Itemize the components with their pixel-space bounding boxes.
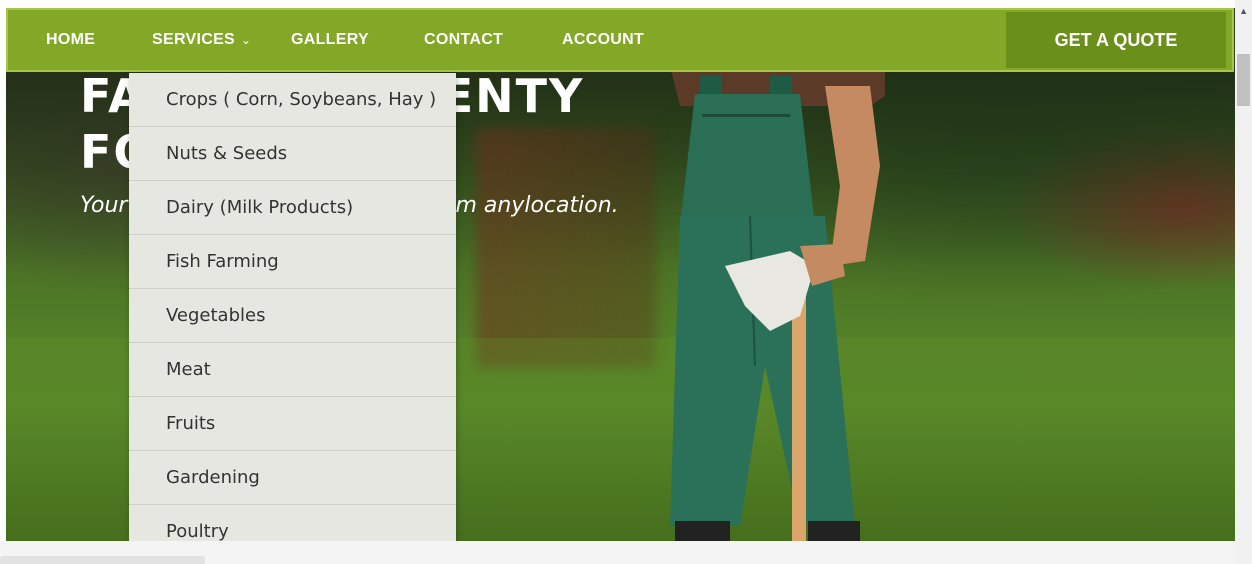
menu-item-fruits[interactable]: Fruits	[129, 397, 456, 451]
services-dropdown-menu: Crops ( Corn, Soybeans, Hay ) Nuts & See…	[129, 73, 456, 558]
nav-gallery[interactable]: GALLERY	[291, 10, 369, 70]
nav-home[interactable]: HOME	[46, 10, 95, 70]
chevron-down-icon: ⌄	[241, 33, 252, 47]
status-tab	[0, 556, 205, 564]
menu-item-crops[interactable]: Crops ( Corn, Soybeans, Hay )	[129, 73, 456, 127]
menu-item-gardening[interactable]: Gardening	[129, 451, 456, 505]
nav-contact[interactable]: CONTACT	[424, 10, 503, 70]
get-a-quote-button[interactable]: GET A QUOTE	[1006, 12, 1226, 68]
menu-item-vegetables[interactable]: Vegetables	[129, 289, 456, 343]
main-navbar: HOME SERVICES ⌄ GALLERY CONTACT ACCOUNT G…	[6, 8, 1234, 72]
menu-item-fish-farming[interactable]: Fish Farming	[129, 235, 456, 289]
scrollbar-thumb[interactable]	[1237, 54, 1250, 106]
farmer-image	[670, 66, 885, 541]
vertical-scrollbar[interactable]: ▲	[1235, 0, 1252, 564]
menu-item-nuts-seeds[interactable]: Nuts & Seeds	[129, 127, 456, 181]
menu-item-dairy[interactable]: Dairy (Milk Products)	[129, 181, 456, 235]
menu-item-meat[interactable]: Meat	[129, 343, 456, 397]
scroll-up-arrow-icon[interactable]: ▲	[1239, 6, 1248, 16]
nav-services[interactable]: SERVICES ⌄	[152, 10, 251, 70]
nav-account[interactable]: ACCOUNT	[562, 10, 644, 70]
